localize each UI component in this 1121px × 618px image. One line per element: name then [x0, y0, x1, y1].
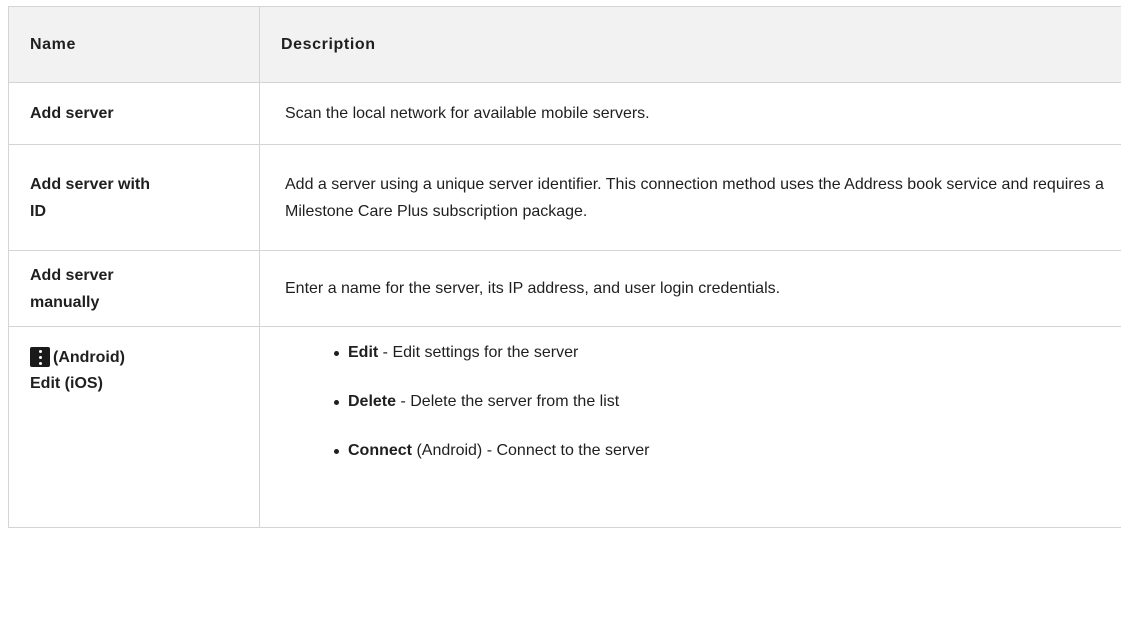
row-description: Add a server using a unique server ident…	[259, 144, 1121, 251]
list-item: Edit - Edit settings for the server	[334, 341, 1121, 364]
options-list: Edit - Edit settings for the server Dele…	[285, 341, 1121, 462]
header-description: Description	[259, 6, 1121, 83]
row-name: Add server	[8, 82, 260, 145]
row-name: Add server with ID	[8, 144, 260, 251]
ios-label: (iOS)	[64, 375, 103, 392]
row-name: Add server manually	[8, 250, 260, 327]
table-row: Add server Scan the local network for av…	[8, 82, 1121, 145]
row-description: Scan the local network for available mob…	[259, 82, 1121, 145]
row-description: Enter a name for the server, its IP addr…	[259, 250, 1121, 327]
table-row: Add server manually Enter a name for the…	[8, 250, 1121, 327]
table-row: (Android) Edit (iOS) Edit - Edit setting…	[8, 326, 1121, 528]
row-name-line: Add server with	[30, 175, 151, 193]
edit-label: Edit	[30, 375, 61, 392]
option-text: - Delete the server from the list	[396, 393, 620, 410]
android-menu-line: (Android)	[30, 347, 259, 367]
option-text: (Android) - Connect to the server	[412, 442, 650, 459]
option-text: - Edit settings for the server	[378, 344, 579, 361]
header-name: Name	[8, 6, 260, 83]
row-name-line: Add server	[30, 266, 114, 284]
row-name-line: manually	[30, 293, 100, 311]
list-item: Delete - Delete the server from the list	[334, 390, 1121, 413]
option-name: Connect	[348, 442, 412, 459]
option-name: Edit	[348, 344, 379, 361]
option-name: Delete	[348, 393, 397, 410]
row-name: (Android) Edit (iOS)	[8, 326, 260, 528]
server-options-table: Name Description Add server Scan the loc…	[8, 6, 1121, 618]
table-header-row: Name Description	[8, 6, 1121, 83]
row-name-line: ID	[30, 202, 46, 220]
list-item: Connect (Android) - Connect to the serve…	[334, 439, 1121, 462]
more-vert-icon	[30, 347, 50, 367]
android-label: (Android)	[53, 349, 125, 366]
row-description: Edit - Edit settings for the server Dele…	[259, 326, 1121, 528]
ios-edit-line: Edit (iOS)	[30, 373, 259, 395]
table-row: Add server with ID Add a server using a …	[8, 144, 1121, 251]
